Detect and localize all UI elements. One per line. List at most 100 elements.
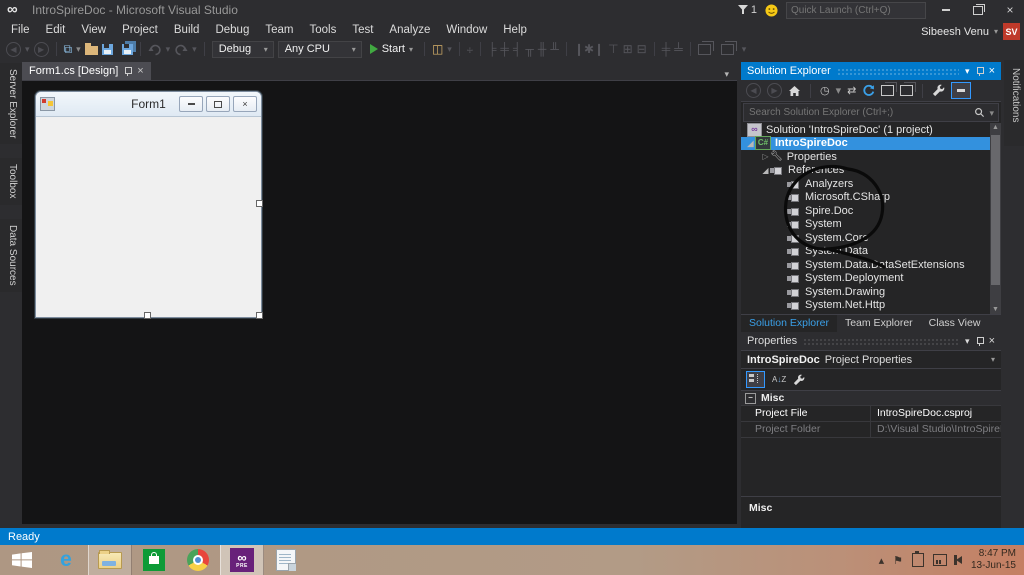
new-dropdown-icon[interactable]: ▾ <box>76 39 81 59</box>
collapse-category-icon[interactable]: − <box>745 393 756 404</box>
action-center-flag-icon[interactable]: ⚑ <box>893 554 903 567</box>
tree-scrollbar[interactable]: ▲ ▼ <box>990 123 1001 314</box>
sync-with-active-document-icon[interactable]: ⇄ <box>847 82 856 100</box>
auto-hide-pin-icon[interactable] <box>976 336 983 346</box>
undo-dropdown-icon[interactable]: ▾ <box>166 39 171 59</box>
scrollbar-thumb[interactable] <box>991 135 1000 285</box>
wrench-icon[interactable] <box>932 84 945 97</box>
tree-item-system-drawing[interactable]: System.Drawing <box>741 285 1001 299</box>
wrench-icon[interactable] <box>793 374 805 386</box>
minimize-button[interactable] <box>934 2 958 19</box>
tree-item-system[interactable]: System <box>741 218 1001 232</box>
document-list-dropdown-icon[interactable]: ▾ <box>724 69 737 80</box>
menu-help[interactable]: Help <box>496 22 534 38</box>
close-tab-icon[interactable]: × <box>137 65 143 77</box>
menu-analyze[interactable]: Analyze <box>382 22 437 38</box>
tree-item-analyzers[interactable]: Analyzers <box>741 177 1001 191</box>
menu-team[interactable]: Team <box>258 22 300 38</box>
tab-solution-explorer[interactable]: Solution Explorer <box>741 315 837 332</box>
category-row-misc[interactable]: − Misc <box>741 391 1001 405</box>
categorized-view-button[interactable] <box>746 371 765 388</box>
property-row-project-folder[interactable]: Project Folder D:\Visual Studio\IntroSpi… <box>741 421 1001 437</box>
menu-view[interactable]: View <box>74 22 113 38</box>
menu-edit[interactable]: Edit <box>39 22 73 38</box>
se-back-button[interactable]: ◀ <box>746 83 761 98</box>
tree-item-system-net-http[interactable]: System.Net.Http <box>741 299 1001 313</box>
show-all-files-icon[interactable] <box>881 85 894 96</box>
solution-configuration-combo[interactable]: Debug ▾ <box>212 41 274 58</box>
store-button[interactable] <box>132 545 176 575</box>
property-row-project-file[interactable]: Project File IntroSpireDoc.csproj <box>741 405 1001 421</box>
power-icon[interactable] <box>912 553 924 567</box>
properties-header[interactable]: Properties ▾ × <box>741 332 1001 351</box>
menu-file[interactable]: File <box>4 22 37 38</box>
tab-team-explorer[interactable]: Team Explorer <box>837 315 921 332</box>
resize-handle-right[interactable] <box>256 200 263 207</box>
design-form-window[interactable]: Form1 × <box>35 91 262 318</box>
tab-form1-design[interactable]: Form1.cs [Design] × <box>22 62 151 80</box>
pin-icon[interactable] <box>124 66 131 76</box>
network-icon[interactable] <box>933 554 947 566</box>
tree-item-solution[interactable]: ∞ Solution 'IntroSpireDoc' (1 project) <box>741 123 1001 137</box>
expander-collapsed-icon[interactable]: ▷ <box>761 152 770 161</box>
expander-expanded-icon[interactable]: ◢ <box>746 139 755 148</box>
tree-item-system-data-datasetextensions[interactable]: System.Data.DataSetExtensions <box>741 258 1001 272</box>
toolbar-options-icon[interactable]: ▾ <box>742 39 747 59</box>
tree-item-microsoft-csharp[interactable]: Microsoft.CSharp <box>741 191 1001 205</box>
new-project-button[interactable]: ⧉ <box>64 39 73 59</box>
tab-data-sources[interactable]: Data Sources <box>0 219 22 292</box>
feedback-smiley-icon[interactable] <box>765 4 778 17</box>
start-debug-button[interactable]: Start ▾ <box>366 43 417 55</box>
close-panel-icon[interactable]: × <box>989 335 995 347</box>
find-in-files-button[interactable]: ◫ <box>432 39 443 59</box>
start-button[interactable] <box>0 545 44 575</box>
solution-search-input[interactable] <box>744 107 974 118</box>
menu-project[interactable]: Project <box>115 22 165 38</box>
home-icon[interactable] <box>788 85 801 97</box>
collapse-all-button[interactable] <box>951 82 971 99</box>
tree-item-spire-doc[interactable]: Spire.Doc <box>741 204 1001 218</box>
close-button[interactable]: × <box>998 2 1022 19</box>
scroll-down-icon[interactable]: ▼ <box>990 306 1001 313</box>
restore-button[interactable] <box>966 2 990 19</box>
quick-launch-input[interactable] <box>787 5 927 16</box>
refresh-icon[interactable] <box>862 84 875 97</box>
solution-platform-combo[interactable]: Any CPU ▾ <box>278 41 362 58</box>
redo-dropdown-icon[interactable]: ▾ <box>192 39 197 59</box>
open-file-button[interactable] <box>85 46 98 55</box>
tree-item-properties[interactable]: ▷ 🔧︎ Properties <box>741 150 1001 164</box>
menu-tools[interactable]: Tools <box>302 22 343 38</box>
find-dropdown-icon[interactable]: ▾ <box>447 39 452 59</box>
window-position-icon[interactable]: ▾ <box>965 336 970 347</box>
tree-item-system-deployment[interactable]: System.Deployment <box>741 272 1001 286</box>
undo-icon[interactable] <box>148 43 162 56</box>
redo-icon[interactable] <box>174 43 188 56</box>
pending-changes-filter-icon[interactable]: ◷ <box>820 82 830 100</box>
close-panel-icon[interactable]: × <box>989 65 995 77</box>
navigate-forward-button[interactable]: ▶ <box>34 42 49 57</box>
auto-hide-pin-icon[interactable] <box>976 66 983 76</box>
notepad-button[interactable] <box>264 545 308 575</box>
designer-surface[interactable]: Form1 × <box>22 80 737 524</box>
save-all-button[interactable] <box>122 44 133 55</box>
tree-item-project-selected[interactable]: ◢ C# IntroSpireDoc <box>741 137 995 151</box>
quick-launch-box[interactable] <box>786 2 926 19</box>
save-button[interactable] <box>102 44 113 55</box>
tree-item-references[interactable]: ◢ References <box>741 164 1001 178</box>
properties-object-combo[interactable]: IntroSpireDoc Project Properties ▾ <box>741 351 1001 369</box>
tab-class-view[interactable]: Class View <box>921 315 989 332</box>
alphabetical-sort-button[interactable]: A↓Z <box>772 375 786 384</box>
show-hidden-icons-button[interactable]: ▴ <box>879 554 885 567</box>
taskbar-clock[interactable]: 8:47 PM 13-Jun-15 <box>971 548 1016 572</box>
resize-handle-corner[interactable] <box>256 312 263 319</box>
tab-server-explorer[interactable]: Server Explorer <box>0 63 22 144</box>
solution-explorer-header[interactable]: Solution Explorer ▾ × <box>741 62 1001 80</box>
visual-studio-taskbar-button[interactable]: ∞PRE <box>220 545 264 575</box>
search-options-icon[interactable]: ▾ <box>985 103 998 123</box>
tab-toolbox[interactable]: Toolbox <box>0 158 22 204</box>
menu-debug[interactable]: Debug <box>208 22 256 38</box>
menu-build[interactable]: Build <box>167 22 207 38</box>
expander-expanded-icon[interactable]: ◢ <box>761 166 770 175</box>
tab-notifications[interactable]: Notifications <box>1004 60 1024 146</box>
properties-window-icon[interactable] <box>900 85 913 96</box>
